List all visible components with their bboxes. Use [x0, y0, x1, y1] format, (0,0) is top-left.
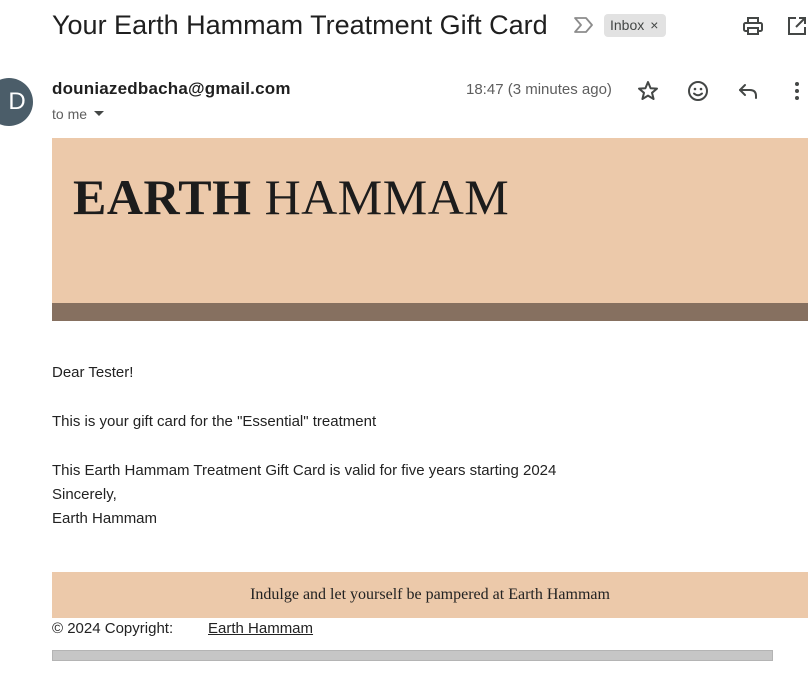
- emoji-reaction-icon[interactable]: [686, 79, 710, 103]
- more-vert-icon[interactable]: [786, 79, 808, 103]
- tagline: Indulge and let yourself be pampered at …: [250, 586, 610, 603]
- importance-marker-icon[interactable]: [573, 16, 595, 34]
- recipient-details-toggle[interactable]: to me: [52, 106, 105, 122]
- recipient-label: to me: [52, 106, 88, 122]
- brand-banner: EARTH HAMMAM: [52, 138, 808, 303]
- chevron-down-icon: [93, 110, 105, 118]
- validity-line: This Earth Hammam Treatment Gift Card is…: [52, 462, 557, 479]
- sender-avatar[interactable]: D: [0, 78, 33, 126]
- email-subject: Your Earth Hammam Treatment Gift Card: [52, 10, 548, 40]
- banner-stripe: [52, 303, 808, 321]
- print-icon[interactable]: [742, 15, 764, 37]
- remove-label-icon[interactable]: ×: [650, 14, 658, 37]
- gift-card-line: This is your gift card for the "Essentia…: [52, 413, 377, 430]
- brand-word-bold: EARTH: [73, 169, 252, 225]
- open-in-new-window-icon[interactable]: [786, 15, 808, 37]
- tagline-band: Indulge and let yourself be pampered at …: [52, 572, 808, 618]
- signature: Earth Hammam: [52, 510, 158, 527]
- inbox-label-text: Inbox: [610, 17, 645, 33]
- reply-icon[interactable]: [736, 79, 760, 103]
- inbox-label-chip[interactable]: Inbox ×: [604, 14, 667, 37]
- signoff: Sincerely,: [52, 486, 117, 503]
- star-icon[interactable]: [636, 79, 660, 103]
- brand-logo: EARTH HAMMAM: [73, 168, 509, 226]
- horizontal-scrollbar[interactable]: [52, 650, 773, 661]
- copyright-text: © 2024 Copyright:: [52, 620, 174, 637]
- message-time: 18:47 (3 minutes ago): [466, 81, 612, 98]
- avatar-initial: D: [8, 88, 26, 115]
- greeting: Dear Tester!: [52, 364, 134, 381]
- copyright-link[interactable]: Earth Hammam: [208, 620, 313, 637]
- brand-word-light: HAMMAM: [264, 169, 510, 225]
- sender-email[interactable]: douniazedbacha@gmail.com: [52, 79, 291, 99]
